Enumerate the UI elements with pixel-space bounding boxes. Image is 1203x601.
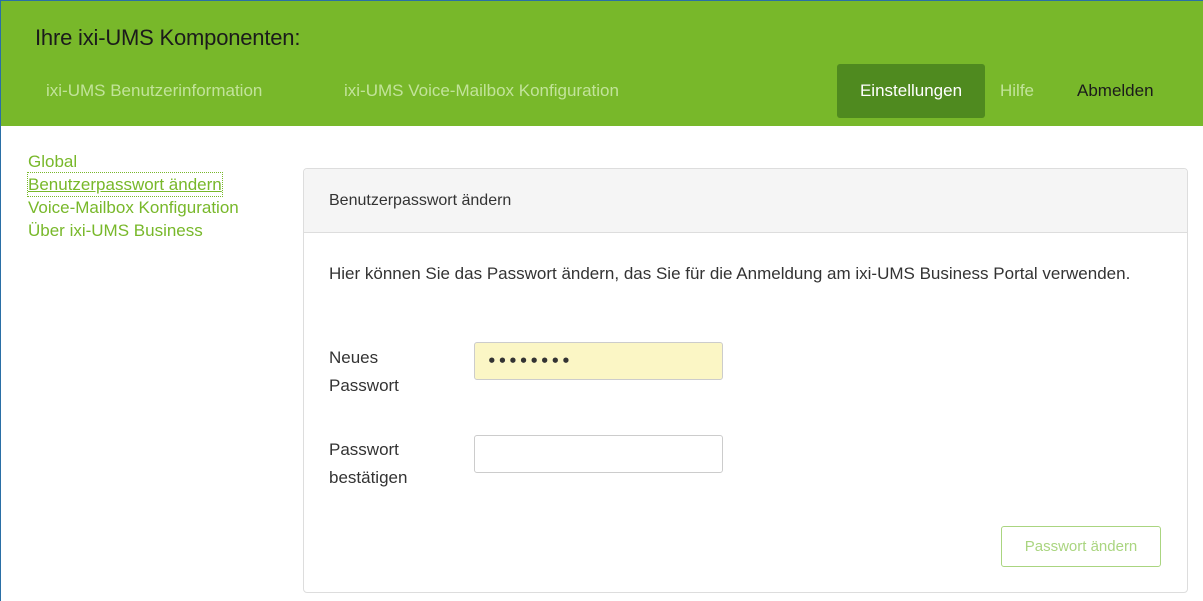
sidebar-item-about[interactable]: Über ixi-UMS Business (28, 219, 288, 242)
nav-settings-label: Einstellungen (859, 81, 963, 100)
confirm-password-input[interactable] (474, 435, 723, 473)
confirm-password-label: Passwort bestätigen (329, 436, 459, 492)
confirm-password-label-line2: bestätigen (329, 468, 408, 487)
sidebar-item-global[interactable]: Global (28, 150, 288, 173)
change-password-panel: Benutzerpasswort ändern Hier können Sie … (303, 168, 1188, 593)
nav-help[interactable]: Hilfe (1000, 81, 1034, 101)
confirm-password-label-line1: Passwort (329, 440, 399, 459)
settings-sidebar: Global Benutzerpasswort ändern Voice-Mai… (27, 150, 288, 242)
change-password-button[interactable]: Passwort ändern (1001, 526, 1161, 567)
panel-title: Benutzerpasswort ändern (304, 169, 1187, 233)
panel-description: Hier können Sie das Passwort ändern, das… (329, 264, 1131, 283)
nav-logout[interactable]: Abmelden (1077, 81, 1154, 101)
new-password-input[interactable] (474, 342, 723, 380)
nav-settings[interactable]: Einstellungen (837, 64, 985, 118)
sidebar-item-voice-mailbox-config[interactable]: Voice-Mailbox Konfiguration (28, 196, 288, 219)
nav-user-info[interactable]: ixi-UMS Benutzerinformation (46, 81, 262, 101)
sidebar-item-change-password[interactable]: Benutzerpasswort ändern (27, 172, 223, 197)
new-password-label-line2: Passwort (329, 376, 399, 395)
top-navbar: Ihre ixi-UMS Komponenten: ixi-UMS Benutz… (1, 1, 1203, 126)
new-password-label-line1: Neues (329, 348, 379, 367)
brand-title: Ihre ixi-UMS Komponenten: (35, 25, 301, 50)
nav-voice-mailbox-config[interactable]: ixi-UMS Voice-Mailbox Konfiguration (344, 81, 619, 101)
new-password-label: Neues Passwort (329, 344, 459, 400)
